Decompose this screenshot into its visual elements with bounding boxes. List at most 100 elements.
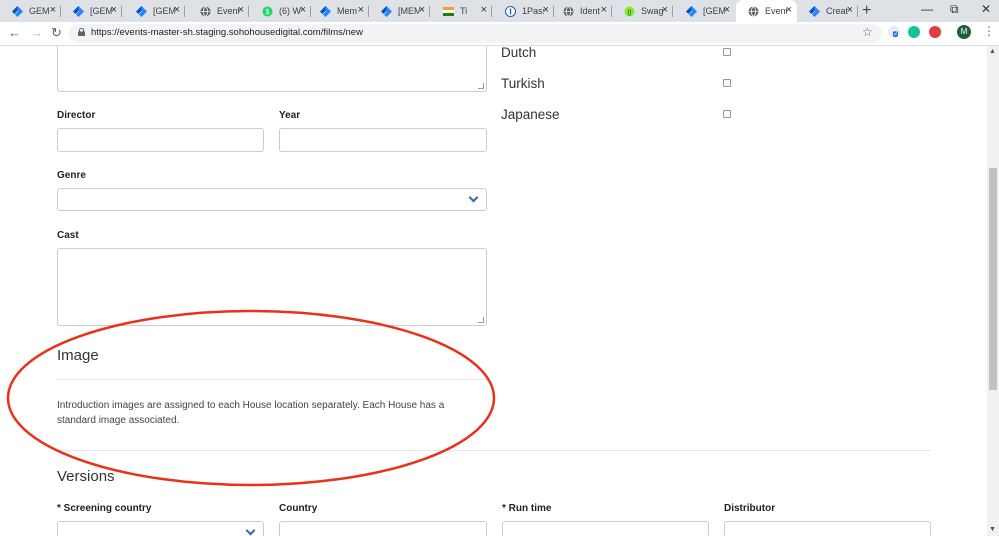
grammarly-icon[interactable] [908,26,920,38]
tab-title: [GEM [153,6,175,16]
divider [57,379,487,380]
browser-tab[interactable]: $ (6) W × [250,0,311,22]
synopsis-textarea[interactable] [57,46,487,92]
url-text: https://events-master-sh.staging.sohohou… [91,27,363,38]
restore-icon[interactable]: ⧉ [950,2,959,17]
extension-red-icon[interactable] [929,26,941,38]
tab-close-icon[interactable]: × [238,4,244,17]
browser-tab[interactable]: {} Swag × [612,0,673,22]
language-checkbox-dutch[interactable] [723,48,731,56]
svg-text:$: $ [266,9,270,16]
genre-label: Genre [57,170,86,181]
lock-icon [78,28,85,36]
browser-tab[interactable]: [MEM × [369,0,430,22]
tab-title: GEM [29,6,50,16]
forward-icon[interactable]: → [30,25,43,40]
tab-close-icon[interactable]: × [419,4,425,17]
tab-close-icon[interactable]: × [601,4,607,17]
tab-title: 1Pass [522,6,544,16]
minimize-icon[interactable]: — [921,2,933,16]
tab-close-icon[interactable]: × [543,4,549,17]
reload-icon[interactable]: ↻ [51,25,62,41]
tab-separator [429,6,430,17]
tab-title: Ti [460,6,468,16]
profile-avatar[interactable]: M [957,25,971,39]
tab-title: Creat [826,6,848,16]
tab-close-icon[interactable]: × [724,4,730,17]
director-label: Director [57,110,96,121]
tab-close-icon[interactable]: × [174,4,180,17]
genre-select[interactable] [57,188,487,211]
browser-tab[interactable]: [GEM × [124,0,185,22]
language-label-turkish: Turkish [501,76,545,91]
address-bar[interactable]: https://events-master-sh.staging.sohohou… [69,24,882,43]
run-time-input[interactable] [502,521,709,536]
bookmark-star-icon[interactable]: ☆ [862,25,873,39]
globe-icon [563,5,574,17]
jira-icon [686,5,697,17]
jira-icon [12,5,23,17]
tab-title: [GEM [703,6,725,16]
tab-close-icon[interactable]: × [300,4,306,17]
jira-icon [809,5,820,17]
browser-tab[interactable]: Ti × [431,0,492,22]
screening-country-label: * Screening country [57,503,152,514]
tab-separator [672,6,673,17]
globe-icon [200,5,211,17]
tab-title: Swag [641,6,663,16]
browser-tab[interactable]: [GEM × [61,0,122,22]
image-section-description: Introduction images are assigned to each… [57,400,445,426]
tab-close-icon[interactable]: × [481,4,487,17]
page-scrollbar[interactable]: ▲ ▼ [987,46,999,536]
resize-handle-icon[interactable] [478,83,484,89]
screening-country-select[interactable] [57,521,264,536]
extension-badge-icon[interactable]: 2 [888,26,900,38]
tab-close-icon[interactable]: × [50,4,56,17]
scroll-down-icon[interactable]: ▼ [989,526,996,533]
tab-title: Ident [580,6,601,16]
tab-close-icon[interactable]: × [847,4,853,17]
distributor-input[interactable] [724,521,931,536]
page-content: Director Year Genre Cast Dutch Turkish J… [0,46,987,536]
browser-tab[interactable]: Creat × [797,0,858,22]
scroll-up-icon[interactable]: ▲ [989,48,996,55]
browser-tab[interactable]: Event × [188,0,249,22]
language-checkbox-japanese[interactable] [723,110,731,118]
language-label-dutch: Dutch [501,46,537,60]
jira-icon [320,5,331,17]
tab-title: Event [765,6,787,16]
language-label-japanese: Japanese [501,107,560,122]
browser-tab[interactable]: Mem × [308,0,369,22]
tab-close-icon[interactable]: × [111,4,117,17]
cast-textarea[interactable] [57,248,487,326]
new-tab-button[interactable]: + [862,2,871,20]
tab-close-icon[interactable]: × [662,4,668,17]
tab-close-icon[interactable]: × [786,4,792,17]
country-input[interactable] [279,521,487,536]
jira-icon [73,5,84,17]
close-window-icon[interactable]: ✕ [981,2,991,16]
browser-tab[interactable]: 1Pass× [493,0,554,22]
back-icon[interactable]: ← [8,25,21,40]
tab-separator [857,6,858,17]
tab-title: (6) W [279,6,301,16]
year-input[interactable] [279,128,487,152]
browser-tab[interactable]: GEM × [0,0,61,22]
resize-handle-icon[interactable] [478,317,484,323]
whatsapp-icon: $ [262,6,273,17]
browser-menu-icon[interactable]: ⋮ [983,24,995,38]
1password-icon [505,5,516,17]
scrollbar-thumb[interactable] [989,168,997,390]
browser-tab[interactable]: [GEM × [674,0,735,22]
tab-close-icon[interactable]: × [358,4,364,17]
extension-badge-count: 2 [893,31,899,37]
tab-title: Mem [337,6,357,16]
country-label: Country [279,503,318,514]
chevron-down-icon [245,525,256,536]
jira-icon [136,5,147,17]
browser-tab[interactable]: Event × [736,0,797,22]
language-checkbox-turkish[interactable] [723,79,731,87]
director-input[interactable] [57,128,264,152]
tab-title: [GEM [90,6,112,16]
browser-tab[interactable]: Ident × [551,0,612,22]
